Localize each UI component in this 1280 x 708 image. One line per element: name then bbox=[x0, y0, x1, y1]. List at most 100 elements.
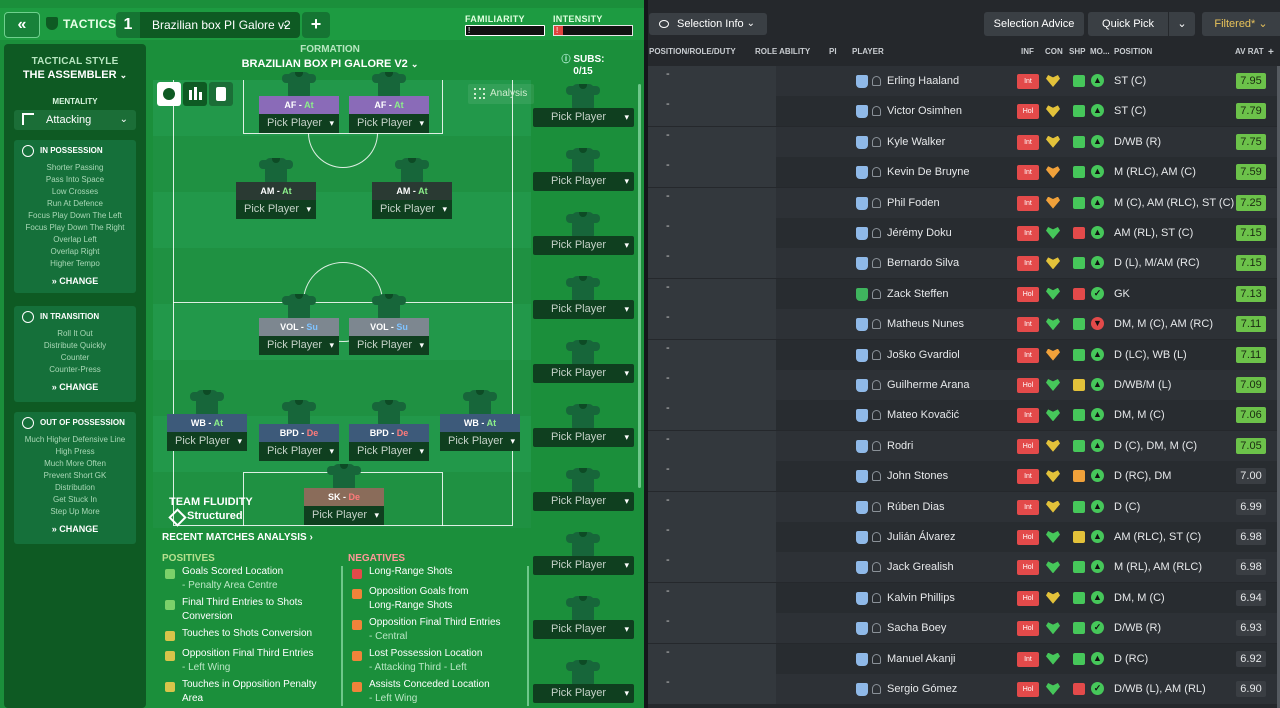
player-name[interactable]: Matheus Nunes bbox=[887, 309, 964, 339]
tactic-selector[interactable]: Brazilian box PI Galore v2 ⌄ bbox=[140, 12, 300, 38]
player-name[interactable]: Jack Grealish bbox=[887, 552, 954, 582]
selection-info-dropdown[interactable]: Selection Info ⌄ bbox=[649, 13, 767, 35]
selection-advice-button[interactable]: Selection Advice bbox=[984, 12, 1084, 36]
sub-pick-player-select[interactable]: Pick Player bbox=[533, 684, 634, 703]
player-name[interactable]: Kalvin Phillips bbox=[887, 583, 955, 613]
add-tactic-button[interactable]: + bbox=[302, 12, 330, 38]
position-card-wb-right[interactable]: WB - At Pick Player bbox=[440, 414, 520, 451]
position-role-duty-cell[interactable]: - bbox=[648, 126, 776, 157]
table-row[interactable]: - Sacha Boey Hol ✓ D/WB (R) 6.93 bbox=[648, 613, 1280, 644]
pick-player-select[interactable]: Pick Player bbox=[349, 114, 429, 133]
sub-pick-player-select[interactable]: Pick Player bbox=[533, 492, 634, 511]
position-card-wb-left[interactable]: WB - At Pick Player bbox=[167, 414, 247, 451]
formation-selector[interactable]: BRAZILIAN BOX PI GALORE V2 ⌄ bbox=[175, 58, 485, 70]
familiarity-bar[interactable]: ! bbox=[465, 25, 545, 36]
table-row[interactable]: - Julián Álvarez Hol ▲ AM (RLC), ST (C) 6.98 bbox=[648, 522, 1280, 552]
player-name[interactable]: Manuel Akanji bbox=[887, 644, 956, 674]
position-role-duty-cell[interactable]: - bbox=[648, 582, 776, 613]
position-role-duty-cell[interactable]: - bbox=[648, 370, 776, 400]
table-row[interactable]: - John Stones Int ▲ D (RC), DM 7.00 bbox=[648, 461, 1280, 492]
tactical-style-name[interactable]: THE ASSEMBLER ⌄ bbox=[4, 69, 146, 81]
position-card-sk[interactable]: SK - De Pick Player bbox=[304, 488, 384, 525]
column-position-role-duty[interactable]: POSITION/ROLE/DUTY bbox=[649, 47, 736, 56]
sub-pick-player-select[interactable]: Pick Player bbox=[533, 172, 634, 191]
table-row[interactable]: - Kyle Walker Int ▲ D/WB (R) 7.75 bbox=[648, 126, 1280, 157]
mentality-select[interactable]: Attacking ⌄ bbox=[14, 110, 136, 130]
sub-pick-player-select[interactable]: Pick Player bbox=[533, 556, 634, 575]
position-role-duty-cell[interactable]: - bbox=[648, 66, 776, 96]
alert-view-button[interactable] bbox=[209, 82, 233, 106]
table-row[interactable]: - Kevin De Bruyne Int ▲ M (RLC), AM (C) 7.59 bbox=[648, 157, 1280, 188]
table-row[interactable]: - Matheus Nunes Int ▼ DM, M (C), AM (RC) 7.11 bbox=[648, 309, 1280, 340]
sub-pick-player-select[interactable]: Pick Player bbox=[533, 236, 634, 255]
pick-player-select[interactable]: Pick Player bbox=[236, 200, 316, 219]
position-role-duty-cell[interactable]: - bbox=[648, 309, 776, 340]
analysis-button[interactable]: Analysis bbox=[468, 84, 534, 104]
sub-pick-player-select[interactable]: Pick Player bbox=[533, 300, 634, 319]
position-role-duty-cell[interactable]: - bbox=[648, 339, 776, 370]
sub-pick-player-select[interactable]: Pick Player bbox=[533, 428, 634, 447]
player-name[interactable]: Phil Foden bbox=[887, 188, 940, 218]
position-role-duty-cell[interactable]: - bbox=[648, 552, 776, 583]
out-of-possession-change-button[interactable]: » CHANGE bbox=[14, 524, 136, 534]
position-role-duty-cell[interactable]: - bbox=[648, 157, 776, 188]
table-row[interactable]: - Guilherme Arana Hol ▲ D/WB/M (L) 7.09 bbox=[648, 370, 1280, 400]
back-button[interactable]: « bbox=[4, 12, 40, 38]
table-row[interactable]: - Manuel Akanji Int ▲ D (RC) 6.92 bbox=[648, 643, 1280, 674]
position-card-vol-left[interactable]: VOL - Su Pick Player bbox=[259, 318, 339, 355]
column-con[interactable]: CON bbox=[1045, 47, 1063, 56]
add-column-button[interactable]: + bbox=[1268, 47, 1274, 58]
position-role-duty-cell[interactable]: - bbox=[648, 278, 776, 309]
table-row[interactable]: - Phil Foden Int ▲ M (C), AM (RLC), ST (C) 7.… bbox=[648, 187, 1280, 218]
position-card-am-right[interactable]: AM - At Pick Player bbox=[372, 182, 452, 219]
player-name[interactable]: Guilherme Arana bbox=[887, 370, 970, 400]
table-row[interactable]: - Kalvin Phillips Hol ▲ DM, M (C) 6.94 bbox=[648, 582, 1280, 613]
in-transition-change-button[interactable]: » CHANGE bbox=[14, 382, 136, 392]
in-possession-change-button[interactable]: » CHANGE bbox=[14, 276, 136, 286]
recent-matches-analysis-link[interactable]: RECENT MATCHES ANALYSIS › bbox=[162, 532, 313, 543]
position-role-duty-cell[interactable]: - bbox=[648, 248, 776, 279]
column-pi[interactable]: PI bbox=[829, 47, 837, 56]
pick-player-select[interactable]: Pick Player bbox=[349, 442, 429, 461]
position-role-duty-cell[interactable]: - bbox=[648, 218, 776, 248]
pick-player-select[interactable]: Pick Player bbox=[259, 442, 339, 461]
position-card-af-right[interactable]: AF - At Pick Player bbox=[349, 96, 429, 133]
column-av-rating[interactable]: AV RAT bbox=[1235, 47, 1264, 56]
position-role-duty-cell[interactable]: - bbox=[648, 400, 776, 431]
position-role-duty-cell[interactable]: - bbox=[648, 491, 776, 522]
position-card-vol-right[interactable]: VOL - Su Pick Player bbox=[349, 318, 429, 355]
column-position[interactable]: POSITION bbox=[1114, 47, 1152, 56]
quick-pick-menu-button[interactable]: ⌄ bbox=[1169, 12, 1195, 36]
column-role-ability[interactable]: ROLE ABILITY bbox=[755, 47, 810, 56]
player-name[interactable]: Joško Gvardiol bbox=[887, 340, 960, 370]
position-role-duty-cell[interactable]: - bbox=[648, 674, 776, 704]
position-role-duty-cell[interactable]: - bbox=[648, 643, 776, 674]
pick-player-select[interactable]: Pick Player bbox=[349, 336, 429, 355]
pick-player-select[interactable]: Pick Player bbox=[372, 200, 452, 219]
player-name[interactable]: Rúben Dias bbox=[887, 492, 944, 522]
formation-scrollbar[interactable] bbox=[638, 84, 641, 488]
table-row[interactable]: - Erling Haaland Int ▲ ST (C) 7.95 bbox=[648, 66, 1280, 96]
sub-pick-player-select[interactable]: Pick Player bbox=[533, 364, 634, 383]
player-name[interactable]: Kevin De Bruyne bbox=[887, 157, 970, 187]
player-name[interactable]: Erling Haaland bbox=[887, 66, 959, 96]
column-shp[interactable]: SHP bbox=[1069, 47, 1085, 56]
player-name[interactable]: Zack Steffen bbox=[887, 279, 949, 309]
player-name[interactable]: Sacha Boey bbox=[887, 613, 946, 643]
table-row[interactable]: - Victor Osimhen Hol ▲ ST (C) 7.79 bbox=[648, 96, 1280, 127]
table-row[interactable]: - Rúben Dias Int ▲ D (C) 6.99 bbox=[648, 491, 1280, 522]
position-card-am-left[interactable]: AM - At Pick Player bbox=[236, 182, 316, 219]
position-role-duty-cell[interactable]: - bbox=[648, 96, 776, 127]
player-name[interactable]: Bernardo Silva bbox=[887, 248, 959, 278]
player-name[interactable]: Julián Álvarez bbox=[887, 522, 955, 552]
position-card-bpd-right[interactable]: BPD - De Pick Player bbox=[349, 424, 429, 461]
pick-player-select[interactable]: Pick Player bbox=[304, 506, 384, 525]
position-role-duty-cell[interactable]: - bbox=[648, 461, 776, 492]
position-role-duty-cell[interactable]: - bbox=[648, 187, 776, 218]
position-role-duty-cell[interactable]: - bbox=[648, 613, 776, 644]
tactic-slot-number[interactable]: 1 bbox=[116, 12, 140, 38]
sub-pick-player-select[interactable]: Pick Player bbox=[533, 108, 634, 127]
quick-pick-button[interactable]: Quick Pick bbox=[1088, 12, 1168, 36]
position-role-duty-cell[interactable]: - bbox=[648, 430, 776, 461]
pick-player-select[interactable]: Pick Player bbox=[259, 114, 339, 133]
